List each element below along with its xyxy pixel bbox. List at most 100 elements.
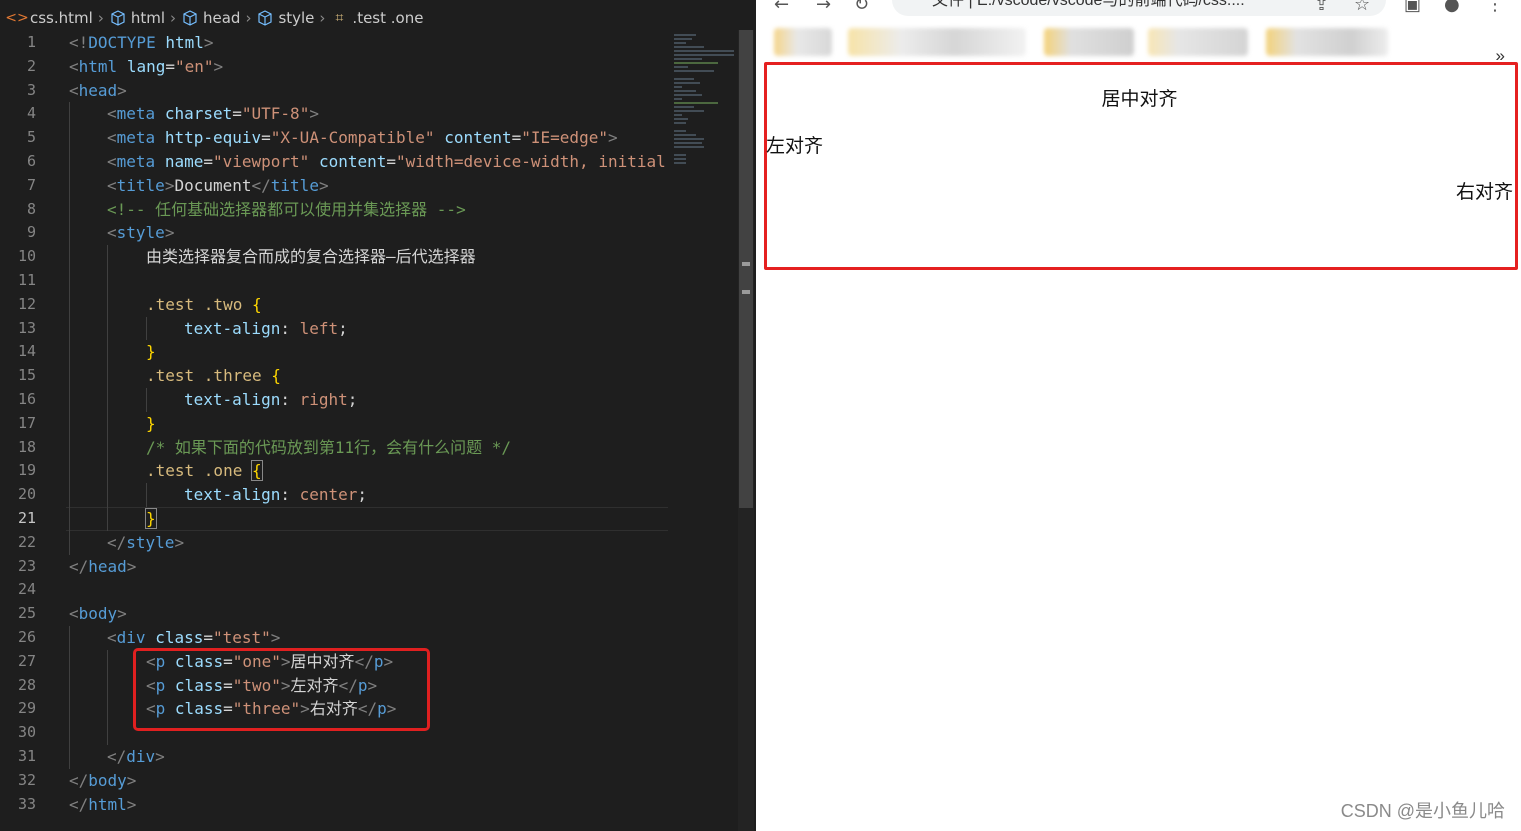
- line-number: 6: [26, 151, 36, 170]
- line-number: 27: [17, 651, 36, 670]
- code-line: 25 <body>: [0, 602, 668, 626]
- forward-icon[interactable]: →: [816, 0, 831, 15]
- code-line: 31 </div>: [0, 744, 668, 769]
- line-number: 9: [26, 223, 36, 242]
- code-line: 1 <!DOCTYPE html>: [0, 31, 668, 55]
- bookmark-item[interactable]: [1148, 28, 1248, 56]
- code-line: 26 <div class="test">: [0, 625, 668, 650]
- code-line: 22 </style>: [0, 530, 668, 555]
- line-number: 14: [17, 342, 36, 361]
- code-line: 5 <meta http-equiv="X-UA-Compatible" cont…: [0, 126, 668, 150]
- code-line: 16 text-align: right;: [0, 387, 668, 412]
- line-number: 21: [17, 508, 36, 527]
- line-number: 11: [17, 270, 36, 289]
- line-number: 20: [17, 485, 36, 504]
- line-number: 15: [17, 366, 36, 385]
- code-editor: <> css.html › html › head › style › ⌗ .t…: [0, 0, 756, 831]
- code-line: 14}: [0, 340, 668, 365]
- breadcrumb-file[interactable]: <> css.html: [5, 9, 93, 27]
- line-number: 24: [17, 580, 36, 599]
- line-number: 7: [26, 175, 36, 194]
- share-icon[interactable]: ⇪: [1314, 0, 1329, 15]
- scrollbar-thumb[interactable]: [739, 30, 753, 508]
- csdn-watermark: CSDN @是小鱼儿哈: [1340, 801, 1505, 821]
- line-number: 18: [17, 437, 36, 456]
- line-number: 33: [17, 794, 36, 813]
- chevron-right-icon: ›: [169, 9, 176, 27]
- line-number: 8: [26, 199, 36, 218]
- paragraph-right: 右对齐: [1455, 182, 1513, 203]
- css-selector-icon: ⌗: [335, 10, 344, 26]
- reload-icon[interactable]: ↻: [854, 0, 869, 15]
- browser-window: ← → ↻ 文件 | E:/vscode/vscode与的前端代码/css...…: [756, 0, 1521, 831]
- line-number: 1: [26, 33, 36, 51]
- cube-icon: [109, 9, 127, 27]
- cube-icon: [256, 9, 274, 27]
- code-line: 11: [0, 268, 668, 293]
- code-line: 24: [0, 578, 668, 602]
- line-number: 3: [26, 80, 36, 99]
- breadcrumb-head[interactable]: head: [181, 9, 240, 27]
- code-line: 19 .test .one {: [0, 459, 668, 484]
- code-line: 15 .test .three {: [0, 364, 668, 388]
- code-line: 9 <style>: [0, 221, 668, 246]
- bookmark-item[interactable]: [1266, 28, 1388, 56]
- window-icon[interactable]: ▣: [1404, 0, 1421, 15]
- line-number: 26: [17, 627, 36, 646]
- line-number: 22: [17, 532, 36, 551]
- line-number: 10: [17, 247, 36, 266]
- scrollbar-marker: [742, 262, 750, 266]
- paragraph-center: 居中对齐: [1101, 89, 1178, 110]
- code-line: 4 <meta charset="UTF-8">: [0, 102, 668, 127]
- code-line: 8 <!-- 任何基础选择器都可以使用并集选择器 -->: [0, 197, 668, 222]
- code-line: 2 <html lang="en">: [0, 55, 668, 79]
- line-number: 28: [17, 675, 36, 694]
- code-line: 12 .test .two {: [0, 292, 668, 317]
- scrollbar-marker: [742, 290, 750, 294]
- red-highlight-box: [133, 648, 430, 731]
- code-line: 6 <meta name="viewport" content="width=de…: [0, 149, 668, 174]
- breadcrumb-html[interactable]: html: [109, 9, 165, 27]
- line-number: 19: [17, 461, 36, 480]
- line-number: 4: [26, 104, 36, 123]
- bookmark-star-icon[interactable]: ☆: [1354, 0, 1370, 15]
- menu-kebab-icon[interactable]: ⋮: [1486, 0, 1504, 15]
- breadcrumb-style[interactable]: style: [256, 9, 314, 27]
- code-line: 33 </html>: [0, 793, 668, 817]
- bookmark-item[interactable]: [1044, 28, 1134, 56]
- line-number: 17: [17, 413, 36, 432]
- bookmarks-bar: »: [756, 18, 1521, 65]
- line-number: 32: [17, 770, 36, 789]
- profile-avatar-icon[interactable]: ●: [1444, 0, 1460, 15]
- chevron-right-icon: ›: [97, 9, 104, 27]
- address-bar[interactable]: 文件 | E:/vscode/vscode与的前端代码/css....: [892, 0, 1386, 16]
- minimap[interactable]: [668, 30, 738, 831]
- line-number: 2: [26, 56, 36, 75]
- code-line: 3 <head>: [0, 79, 668, 103]
- cube-icon: [181, 9, 199, 27]
- back-icon[interactable]: ←: [774, 0, 789, 15]
- html-file-icon: <>: [5, 10, 29, 26]
- line-number: 30: [17, 723, 36, 742]
- code-line: 10 由类选择器复合而成的复合选择器—后代选择器: [0, 245, 668, 269]
- code-line: 23 </head>: [0, 555, 668, 579]
- line-number: 13: [17, 318, 36, 337]
- code-line: 18/* 如果下面的代码放到第11行，会有什么问题 */: [0, 435, 668, 460]
- code-line-current: 21}: [0, 506, 668, 531]
- line-number: 25: [17, 604, 36, 623]
- chevron-right-icon: ›: [319, 9, 326, 27]
- code-line: 7 <title>Document</title>: [0, 173, 668, 198]
- line-number: 12: [17, 294, 36, 313]
- bookmark-item[interactable]: [774, 28, 832, 56]
- page-viewport: 居中对齐 左对齐 右对齐 CSDN @是小鱼儿哈: [756, 60, 1521, 831]
- paragraph-left: 左对齐: [766, 136, 824, 157]
- browser-toolbar: ← → ↻ 文件 | E:/vscode/vscode与的前端代码/css...…: [756, 0, 1521, 18]
- breadcrumb-selector[interactable]: ⌗ .test .one: [330, 9, 423, 27]
- vertical-scrollbar[interactable]: [738, 30, 754, 831]
- line-number: 23: [17, 556, 36, 575]
- bookmark-item[interactable]: [848, 28, 1026, 56]
- code-line: 32 </body>: [0, 769, 668, 793]
- line-number: 31: [17, 746, 36, 765]
- line-number: 16: [17, 389, 36, 408]
- code-line: 17}: [0, 411, 668, 436]
